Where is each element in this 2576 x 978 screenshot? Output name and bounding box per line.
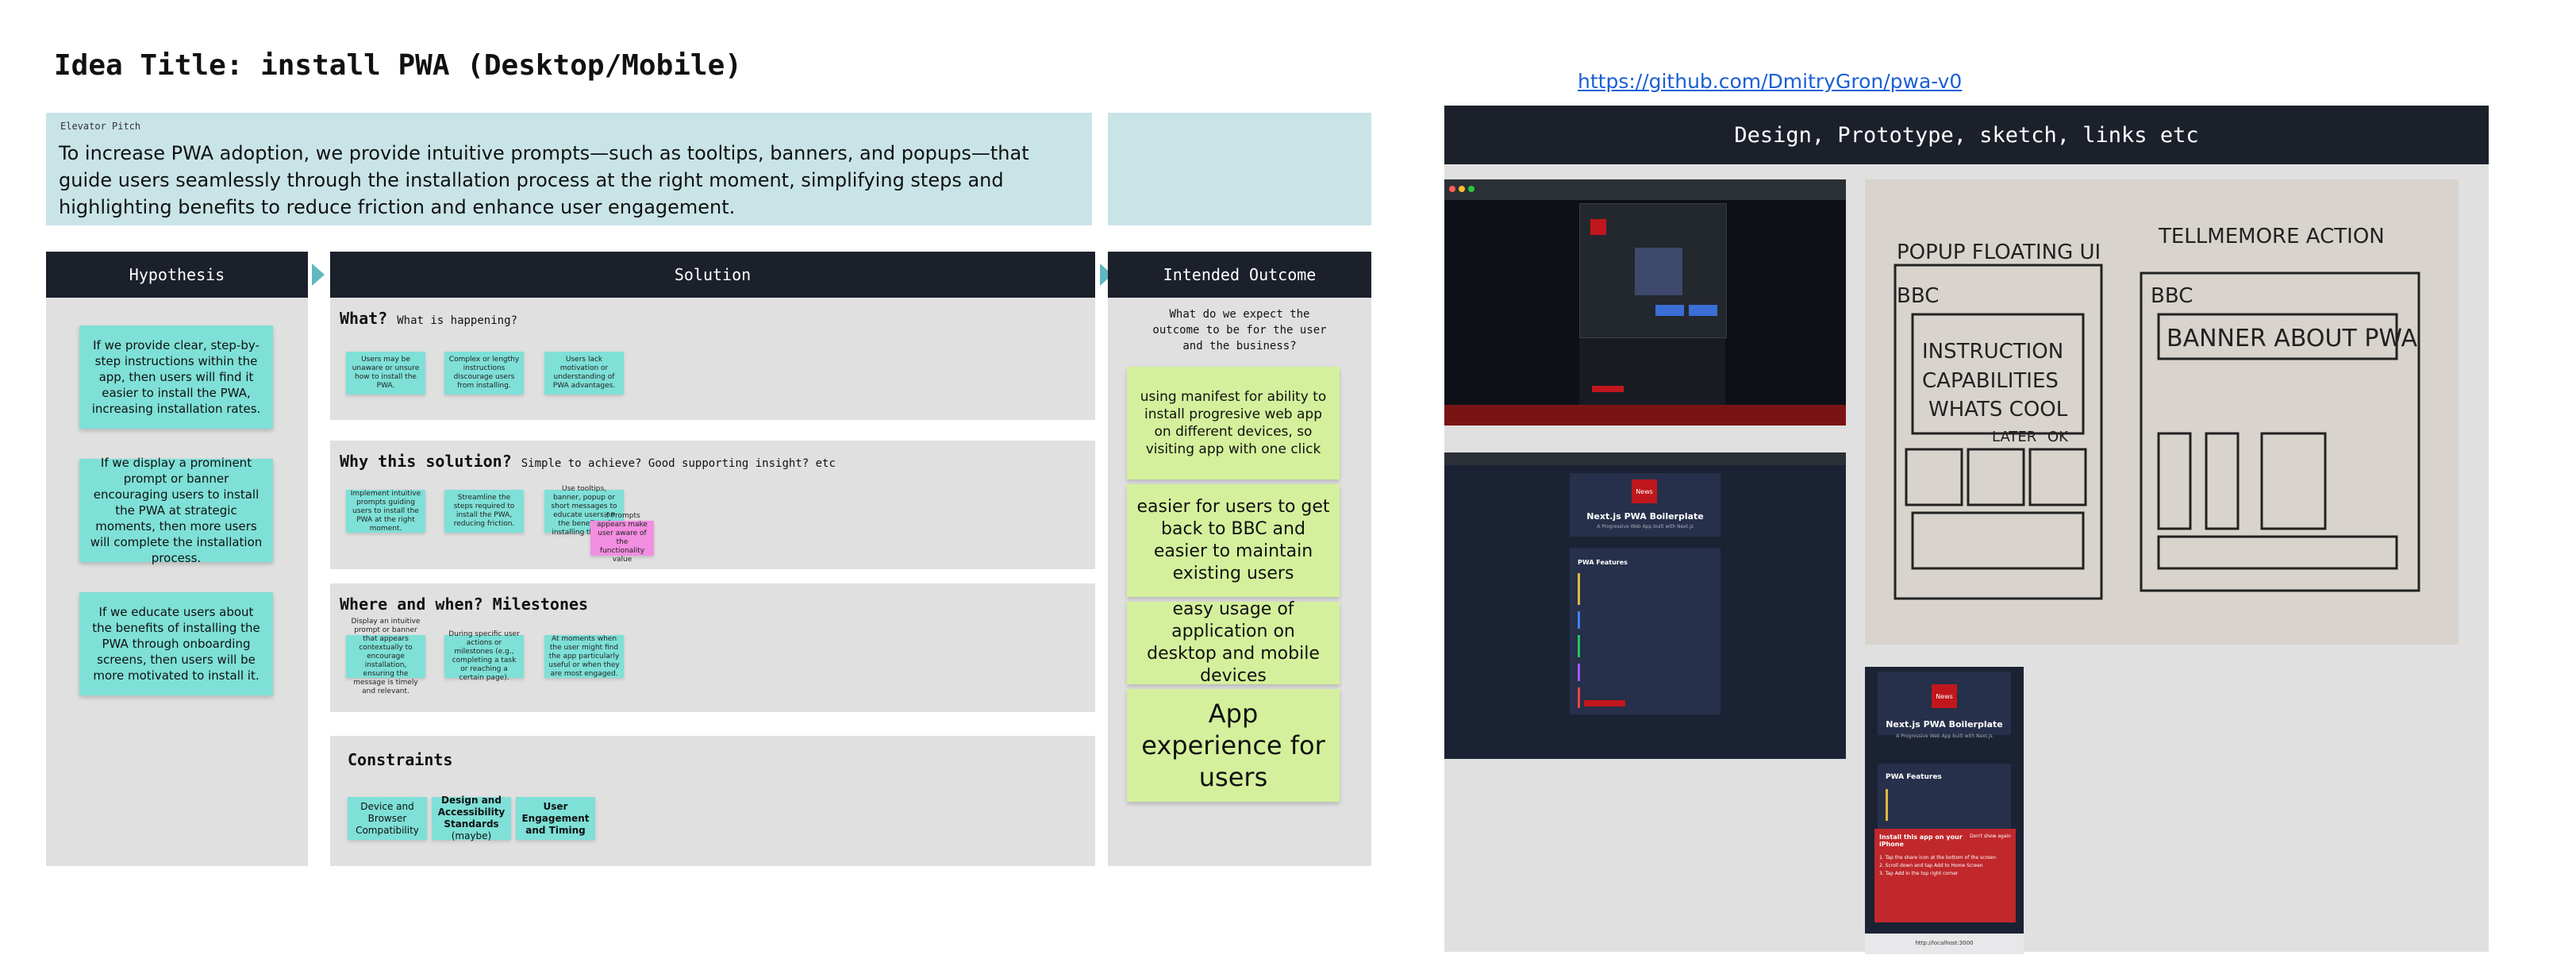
outcome-note[interactable]: easier for users to get back to BBC and … [1127, 484, 1340, 597]
ios-step: 3. Tap Add in the top right corner [1879, 871, 1959, 876]
sketch-right-title: TELLMEMORE ACTION [2158, 225, 2385, 248]
what-note[interactable]: Users lack motivation or understanding o… [544, 352, 624, 395]
sketch-word: BBC [2151, 284, 2193, 308]
desktop-app-screenshot: News Next.js PWA Boilerplate A Progressi… [1444, 452, 1846, 759]
why-subtitle: Simple to achieve? Good supporting insig… [521, 457, 836, 470]
hypothesis-note[interactable]: If we display a prominent prompt or bann… [79, 456, 273, 565]
milestone-note[interactable]: Display an intuitive prompt or banner th… [346, 618, 425, 695]
elevator-pitch-side-box [1108, 113, 1371, 225]
sketch-word: BBC [1897, 284, 1939, 308]
sketch-left-title: POPUP FLOATING UI [1897, 241, 2101, 264]
constraint-note[interactable]: Design and Accessibility Standards (mayb… [432, 795, 511, 841]
what-subtitle: What is happening? [397, 314, 517, 327]
outcome-question: What do we expect the outcome to be for … [1152, 308, 1327, 352]
elevator-pitch-card: Elevator Pitch To increase PWA adoption,… [46, 113, 1092, 225]
milestone-note[interactable]: At moments when the user might find the … [544, 635, 624, 678]
sketch-word: CAPABILITIES [1922, 369, 2059, 393]
hypothesis-note[interactable]: If we provide clear, step-by-step instru… [79, 325, 273, 429]
milestones-title: Where and when? Milestones [340, 595, 589, 614]
what-title: What? What is happening? [340, 309, 517, 328]
what-note[interactable]: Complex or lengthy instructions discoura… [444, 352, 524, 395]
sketch-drawing: POPUP FLOATING UI TELLMEMORE ACTION BBC … [1894, 225, 2420, 600]
sketch-word: WHATS COOL [1928, 398, 2068, 422]
news-badge: News [1632, 479, 1657, 503]
features-title: PWA Features [1886, 773, 1942, 781]
hand-sketch-image: POPUP FLOATING UI TELLMEMORE ACTION BBC … [1865, 179, 2459, 645]
boilerplate-subtitle: A Progressive Web App built with Next.js [1896, 734, 1993, 739]
features-title: PWA Features [1578, 559, 1628, 566]
hypothesis-header: Hypothesis [46, 252, 308, 298]
desktop-install-screenshot [1444, 179, 1846, 425]
boilerplate-title: Next.js PWA Boilerplate [1586, 511, 1704, 522]
why-note[interactable]: Streamline the steps required to install… [444, 490, 524, 533]
what-note[interactable]: Users may be unaware or unsure how to in… [346, 352, 425, 395]
outcome-header: Intended Outcome [1108, 252, 1371, 298]
ios-url-bar[interactable]: http://localhost:3000 [1865, 940, 2024, 946]
ios-banner-title: Install this app on your iPhone [1879, 834, 1963, 848]
why-pink-note[interactable]: if Prompts appears make user aware of th… [590, 512, 654, 564]
why-note[interactable]: Implement intuitive prompts guiding user… [346, 490, 425, 533]
design-header: Design, Prototype, sketch, links etc [1444, 106, 2489, 164]
why-title: Why this solution? Simple to achieve? Goo… [340, 452, 836, 471]
constraint-note[interactable]: User Engagement and Timing [516, 797, 595, 840]
ios-banner-dismiss[interactable]: Don't show again [1970, 834, 2011, 839]
constraint-note[interactable]: Device and Browser Compatibility [348, 797, 427, 840]
sketch-word: INSTRUCTION [1922, 340, 2063, 364]
idea-title: Idea Title: install PWA (Desktop/Mobile) [54, 49, 742, 82]
boilerplate-subtitle: A Progressive Web App built with Next.js [1597, 524, 1694, 529]
repo-link[interactable]: https://github.com/DmitryGron/pwa-v0 [1578, 70, 1962, 93]
constraints-title: Constraints [348, 750, 453, 769]
news-badge: News [1932, 684, 1957, 708]
elevator-pitch-label: Elevator Pitch [60, 121, 141, 132]
ios-step: 1. Tap the share icon at the bottom of t… [1879, 855, 1997, 861]
sketch-word: OK [2047, 429, 2069, 445]
boilerplate-title: Next.js PWA Boilerplate [1886, 719, 2003, 730]
solution-header: Solution [330, 252, 1095, 298]
outcome-note[interactable]: easy usage of application on desktop and… [1127, 599, 1340, 686]
sketch-word: BANNER ABOUT PWA [2167, 325, 2417, 352]
milestone-note[interactable]: During specific user actions or mileston… [444, 630, 524, 682]
ios-step: 2. Scroll down and tap Add to Home Scree… [1879, 863, 1983, 868]
flow-arrow-icon [312, 264, 325, 286]
elevator-pitch-text: To increase PWA adoption, we provide int… [59, 142, 1029, 218]
outcome-note[interactable]: using manifest for ability to install pr… [1127, 367, 1340, 479]
ios-install-banner[interactable]: Install this app on your iPhone Don't sh… [1874, 829, 2016, 922]
outcome-note[interactable]: App experience for users [1127, 689, 1340, 802]
hypothesis-note[interactable]: If we educate users about the benefits o… [79, 592, 273, 695]
mobile-app-screenshot: News Next.js PWA Boilerplate A Progressi… [1865, 667, 2024, 954]
sketch-word: LATER [1992, 429, 2036, 445]
